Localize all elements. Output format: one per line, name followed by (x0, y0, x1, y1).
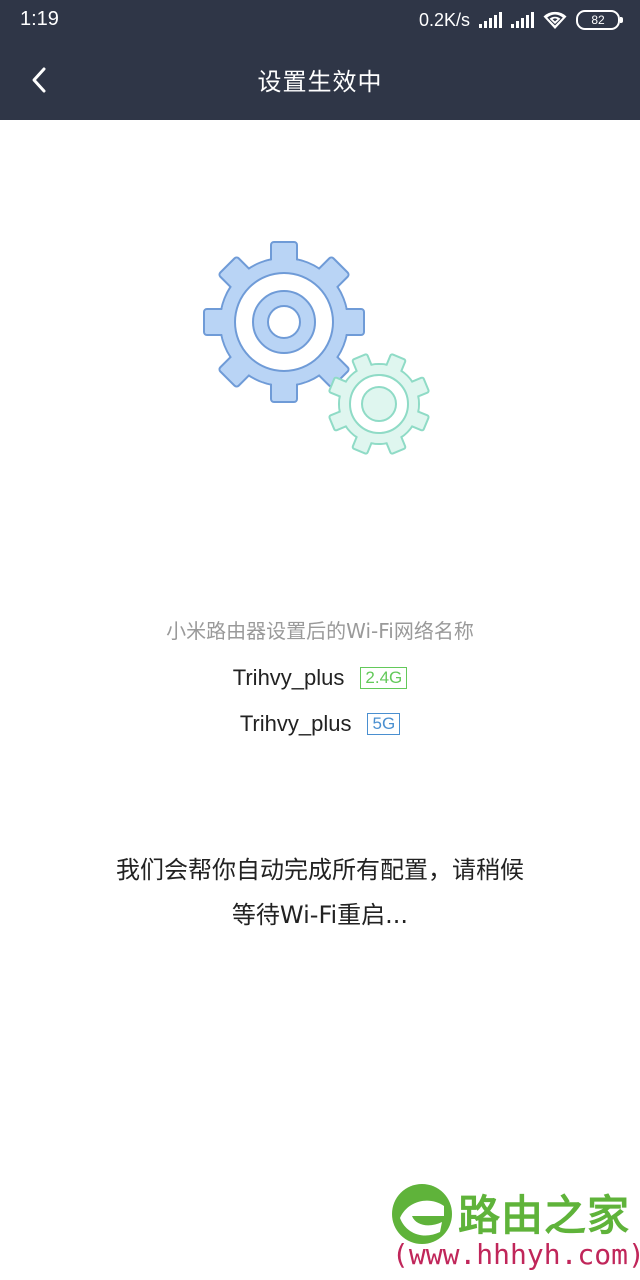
band-badge-2g: 2.4G (360, 667, 408, 689)
band-badge-5g: 5G (367, 713, 401, 735)
status-time: 1:19 (20, 8, 59, 30)
wifi-names-section: 小米路由器设置后的Wi-Fi网络名称 Trihvy_plus 2.4G Trih… (0, 615, 640, 754)
signal-icon (511, 12, 534, 28)
watermark-brand: 路由之家 (458, 1191, 631, 1240)
progress-message-line: 等待Wi-Fi重启... (231, 901, 409, 929)
status-indicators: 0.2K/s 82 (418, 8, 623, 32)
wifi-network-row: Trihvy_plus 5G (0, 708, 640, 740)
watermark: 路由之家 (www.hhhyh.com) (390, 1176, 640, 1280)
router-home-logo-icon (392, 1184, 452, 1244)
network-speed: 0.2K/s (418, 9, 470, 30)
watermark-url: (www.hhhyh.com) (392, 1238, 640, 1271)
gears-illustration (203, 241, 430, 455)
battery-icon: 82 (576, 10, 623, 30)
wifi-network-row: Trihvy_plus 2.4G (0, 662, 640, 694)
wifi-names-heading: 小米路由器设置后的Wi-Fi网络名称 (166, 619, 474, 643)
progress-message-line: 我们会帮你自动完成所有配置，请稍候 (116, 856, 524, 884)
battery-level: 82 (591, 13, 605, 27)
status-bar: 1:19 0.2K/s 82 (0, 0, 640, 40)
progress-message: 我们会帮你自动完成所有配置，请稍候 等待Wi-Fi重启... (0, 848, 640, 938)
wifi-ssid: Trihvy_plus (239, 711, 352, 736)
wifi-icon (543, 11, 567, 29)
large-gear-icon (203, 241, 365, 403)
signal-icon (479, 12, 502, 28)
page-title: 设置生效中 (257, 68, 383, 96)
nav-bar: 设置生效中 (0, 40, 640, 120)
wifi-ssid: Trihvy_plus (232, 665, 345, 690)
